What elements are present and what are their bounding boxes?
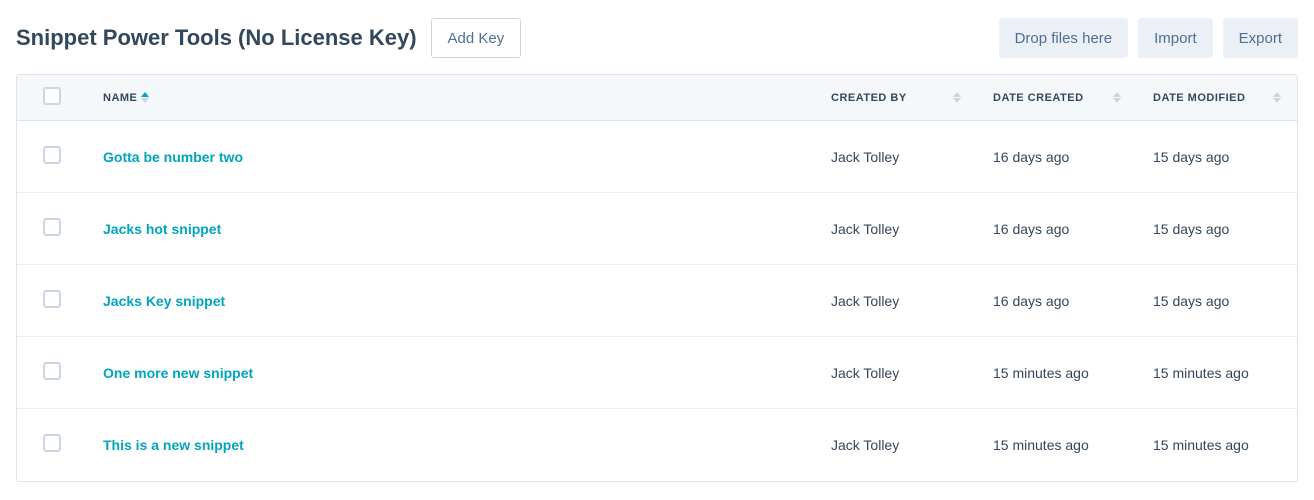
- row-created-by: Jack Tolley: [815, 265, 977, 337]
- snippet-name-link[interactable]: Jacks Key snippet: [103, 293, 225, 309]
- snippet-name-link[interactable]: This is a new snippet: [103, 437, 244, 453]
- table-row: Gotta be number two Jack Tolley16 days ag…: [17, 121, 1297, 193]
- snippet-name-link[interactable]: Gotta be number two: [103, 149, 243, 165]
- sort-icon: [953, 92, 961, 103]
- row-checkbox[interactable]: [43, 146, 61, 164]
- add-key-button[interactable]: Add Key: [431, 18, 522, 58]
- table-row: This is a new snippetJack Tolley15 minut…: [17, 409, 1297, 481]
- row-checkbox-cell: [17, 337, 87, 409]
- row-date-modified: 15 minutes ago: [1137, 337, 1297, 409]
- sort-icon: [1273, 92, 1281, 103]
- row-date-created: 16 days ago: [977, 193, 1137, 265]
- row-checkbox[interactable]: [43, 362, 61, 380]
- export-button[interactable]: Export: [1223, 18, 1298, 58]
- title-group: Snippet Power Tools (No License Key) Add…: [16, 18, 521, 58]
- snippet-table: Name Created By: [17, 75, 1297, 481]
- column-header-date-created-label: Date Created: [993, 92, 1084, 104]
- row-date-modified: 15 minutes ago: [1137, 409, 1297, 481]
- table-header-row: Name Created By: [17, 75, 1297, 121]
- row-name-cell: Gotta be number two: [87, 121, 815, 193]
- page-header: Snippet Power Tools (No License Key) Add…: [16, 18, 1298, 58]
- column-header-date-created[interactable]: Date Created: [977, 75, 1137, 121]
- row-checkbox[interactable]: [43, 434, 61, 452]
- column-header-created-by-label: Created By: [831, 92, 907, 104]
- row-date-created: 15 minutes ago: [977, 409, 1137, 481]
- column-header-date-modified[interactable]: Date Modified: [1137, 75, 1297, 121]
- row-checkbox-cell: [17, 265, 87, 337]
- row-date-modified: 15 days ago: [1137, 265, 1297, 337]
- snippet-table-wrap: Name Created By: [16, 74, 1298, 482]
- row-created-by: Jack Tolley: [815, 193, 977, 265]
- row-created-by: Jack Tolley: [815, 121, 977, 193]
- row-date-modified: 15 days ago: [1137, 121, 1297, 193]
- row-checkbox-cell: [17, 121, 87, 193]
- sort-icon: [141, 92, 149, 103]
- row-name-cell: This is a new snippet: [87, 409, 815, 481]
- row-created-by: Jack Tolley: [815, 409, 977, 481]
- action-group: Drop files here Import Export: [999, 18, 1298, 58]
- row-date-created: 16 days ago: [977, 265, 1137, 337]
- row-name-cell: Jacks hot snippet: [87, 193, 815, 265]
- column-header-name-label: Name: [103, 92, 137, 104]
- drop-files-button[interactable]: Drop files here: [999, 18, 1129, 58]
- sort-icon: [1113, 92, 1121, 103]
- table-row: Jacks hot snippet Jack Tolley16 days ago1…: [17, 193, 1297, 265]
- table-row: One more new snippetJack Tolley15 minute…: [17, 337, 1297, 409]
- table-row: Jacks Key snippet Jack Tolley16 days ago1…: [17, 265, 1297, 337]
- row-name-cell: One more new snippet: [87, 337, 815, 409]
- row-checkbox[interactable]: [43, 218, 61, 236]
- row-created-by: Jack Tolley: [815, 337, 977, 409]
- row-name-cell: Jacks Key snippet: [87, 265, 815, 337]
- column-header-date-modified-label: Date Modified: [1153, 92, 1245, 104]
- row-date-created: 15 minutes ago: [977, 337, 1137, 409]
- row-checkbox[interactable]: [43, 290, 61, 308]
- snippet-name-link[interactable]: Jacks hot snippet: [103, 221, 221, 237]
- row-checkbox-cell: [17, 193, 87, 265]
- row-date-created: 16 days ago: [977, 121, 1137, 193]
- select-all-checkbox[interactable]: [43, 87, 61, 105]
- row-checkbox-cell: [17, 409, 87, 481]
- column-header-checkbox: [17, 75, 87, 121]
- column-header-name[interactable]: Name: [87, 75, 815, 121]
- snippet-name-link[interactable]: One more new snippet: [103, 365, 253, 381]
- column-header-created-by[interactable]: Created By: [815, 75, 977, 121]
- row-date-modified: 15 days ago: [1137, 193, 1297, 265]
- import-button[interactable]: Import: [1138, 18, 1213, 58]
- page-title: Snippet Power Tools (No License Key): [16, 25, 417, 51]
